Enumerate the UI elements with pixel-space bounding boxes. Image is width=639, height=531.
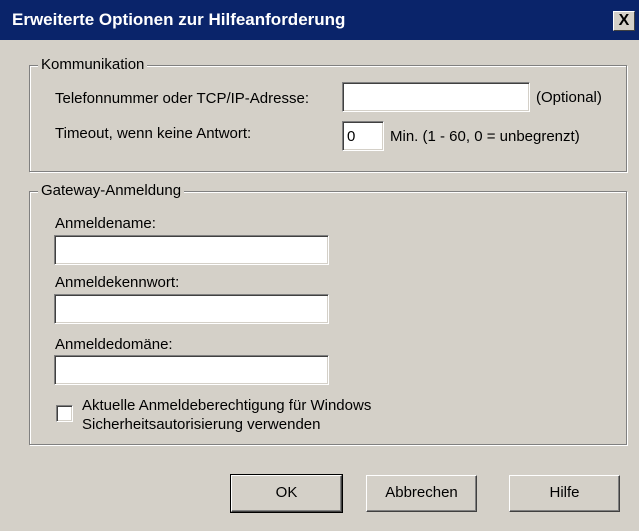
cancel-button[interactable]: Abbrechen bbox=[366, 475, 477, 512]
communication-group: Kommunikation bbox=[29, 56, 627, 172]
use-current-credentials-label-line1: Aktuelle Anmeldeberechtigung für Windows bbox=[82, 397, 372, 414]
login-password-label: Anmeldekennwort: bbox=[55, 274, 180, 291]
login-domain-label: Anmeldedomäne: bbox=[55, 336, 173, 353]
close-icon: X bbox=[618, 12, 630, 29]
gateway-group-label: Gateway-Anmeldung bbox=[38, 182, 185, 200]
communication-group-label: Kommunikation bbox=[38, 56, 148, 74]
ok-button[interactable]: OK bbox=[230, 474, 343, 513]
phone-optional-hint: (Optional) bbox=[536, 89, 602, 106]
window-title: Erweiterte Optionen zur Hilfeanforderung bbox=[12, 10, 346, 29]
timeout-label: Timeout, wenn keine Antwort: bbox=[55, 125, 252, 142]
login-password-input[interactable] bbox=[54, 294, 329, 324]
timeout-range-hint: Min. (1 - 60, 0 = unbegrenzt) bbox=[390, 128, 580, 145]
phone-input[interactable] bbox=[342, 82, 530, 112]
use-current-credentials-checkbox[interactable] bbox=[56, 405, 73, 422]
login-name-label: Anmeldename: bbox=[55, 215, 156, 232]
login-domain-input[interactable] bbox=[54, 355, 329, 385]
timeout-input[interactable] bbox=[342, 121, 384, 151]
login-name-input[interactable] bbox=[54, 235, 329, 265]
use-current-credentials-label-line2: Sicherheitsautorisierung verwenden bbox=[82, 416, 321, 433]
help-button[interactable]: Hilfe bbox=[509, 475, 620, 512]
title-bar: Erweiterte Optionen zur Hilfeanforderung… bbox=[0, 0, 639, 40]
phone-label: Telefonnummer oder TCP/IP-Adresse: bbox=[55, 90, 309, 107]
close-button[interactable]: X bbox=[613, 11, 635, 31]
